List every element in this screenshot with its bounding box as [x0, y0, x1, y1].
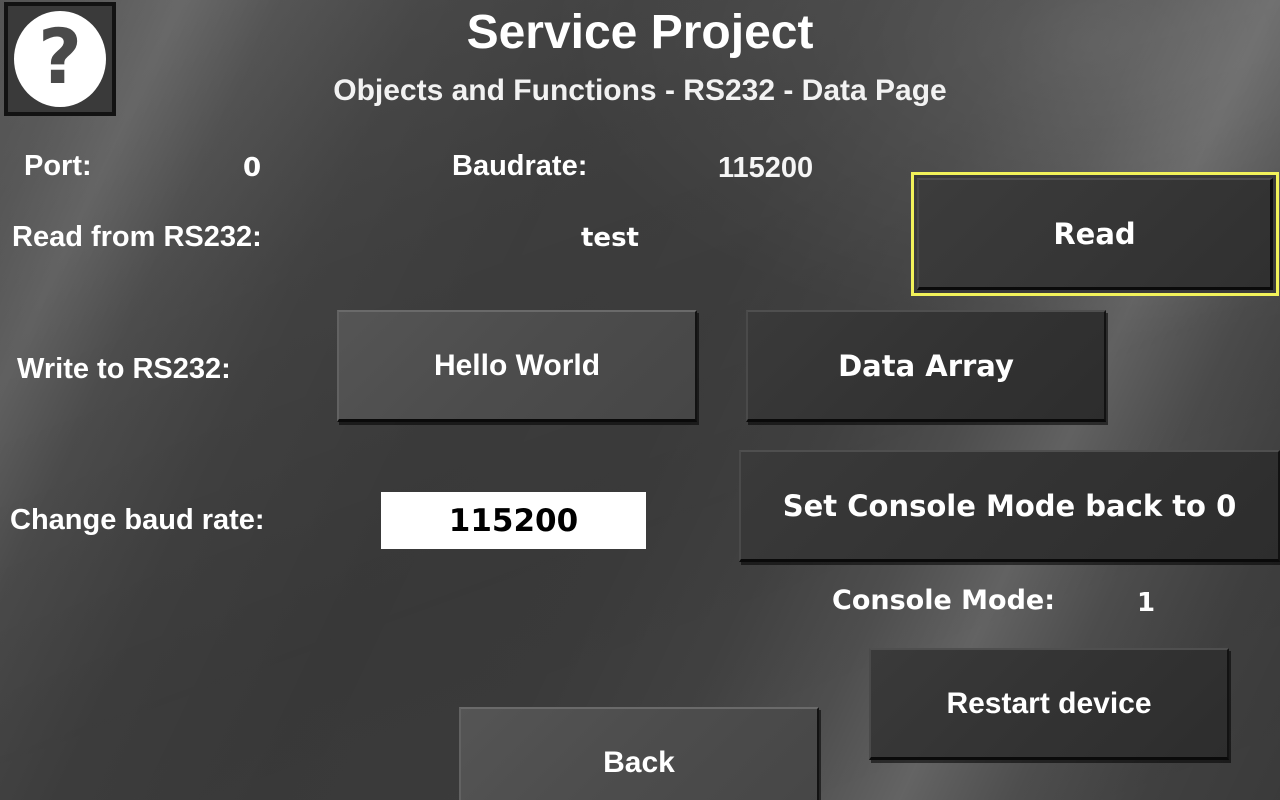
page-subtitle: Objects and Functions - RS232 - Data Pag… — [333, 74, 947, 107]
set-console-mode-button[interactable]: Set Console Mode back to 0 — [739, 450, 1280, 562]
service-project-screen: ? Service Project Objects and Functions … — [0, 0, 1280, 800]
read-button[interactable]: Read — [911, 172, 1279, 296]
read-from-rs232-value: test — [581, 223, 639, 253]
restart-device-button[interactable]: Restart device — [869, 648, 1229, 760]
back-button[interactable]: Back — [459, 707, 819, 800]
data-array-button[interactable]: Data Array — [746, 310, 1106, 422]
baudrate-value: 115200 — [718, 152, 814, 184]
port-value: 0 — [243, 153, 262, 183]
read-button-face: Read — [917, 178, 1273, 290]
restart-device-button-label: Restart device — [946, 686, 1152, 720]
baud-rate-input[interactable]: 115200 — [381, 492, 646, 549]
hello-world-button[interactable]: Hello World — [337, 310, 697, 422]
set-console-mode-button-label: Set Console Mode back to 0 — [782, 488, 1237, 523]
page-title: Service Project — [466, 6, 814, 59]
baud-rate-input-value: 115200 — [448, 502, 579, 539]
console-mode-value: 1 — [1137, 588, 1156, 618]
read-from-rs232-label: Read from RS232: — [12, 221, 262, 253]
data-array-button-label: Data Array — [838, 348, 1014, 383]
write-to-rs232-label: Write to RS232: — [17, 353, 231, 385]
read-button-label: Read — [1053, 216, 1136, 251]
port-label: Port: — [24, 150, 92, 182]
change-baud-rate-label: Change baud rate: — [10, 504, 265, 536]
hello-world-button-label: Hello World — [433, 348, 601, 382]
console-mode-label: Console Mode: — [832, 585, 1056, 616]
back-button-label: Back — [603, 745, 675, 779]
baudrate-label: Baudrate: — [452, 150, 588, 182]
